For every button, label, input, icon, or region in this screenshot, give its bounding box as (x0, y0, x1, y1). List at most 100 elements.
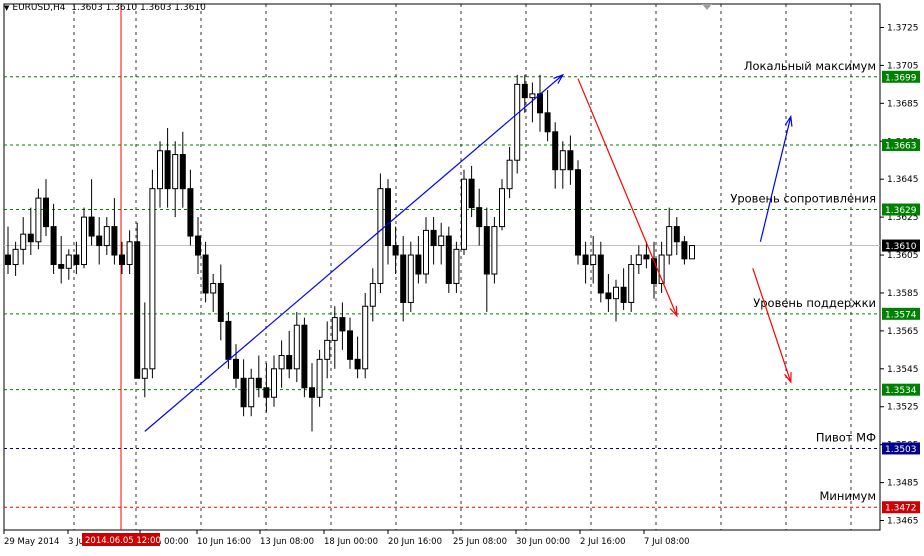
candle-body (385, 188, 391, 247)
up-trend-arrow (144, 74, 564, 432)
candle-body (240, 377, 247, 408)
candle-body (567, 150, 574, 171)
candle-body (476, 207, 483, 228)
price-chart[interactable]: 1.37251.37051.36851.36651.36451.36251.36… (0, 0, 924, 552)
candle-body (141, 368, 148, 379)
symbol-menu-icon[interactable]: ▼ (4, 4, 9, 12)
candle-body (377, 188, 384, 284)
candle-body (438, 235, 445, 247)
candle-body (179, 154, 186, 190)
candle-body (202, 254, 209, 294)
price-tag-label: 1.3574 (885, 310, 917, 320)
candle-body (362, 305, 369, 370)
candle-body (590, 254, 597, 266)
candle-body (233, 358, 239, 379)
candle-body (316, 358, 323, 398)
x-tick-label: 30 Jun 00:00 (516, 537, 570, 547)
candle-body (210, 282, 217, 294)
candle-body (620, 286, 627, 303)
cursor-time-label: 2014.06.05 12:00 (85, 536, 161, 546)
candle-body (81, 216, 87, 266)
chart-area[interactable]: ▼ EURUSD,H4 1.3603 1.3610 1.3603 1.3610 1… (0, 0, 924, 552)
price-tag-label: 1.3663 (885, 142, 917, 152)
candle-body (575, 169, 581, 256)
candle-body (666, 226, 673, 256)
candle-body (255, 377, 262, 389)
x-tick-label: 18 Jun 00:00 (324, 537, 378, 547)
candle-body (195, 235, 201, 256)
candle-body (430, 229, 437, 247)
candle-body (103, 226, 110, 247)
candle-body (407, 254, 414, 303)
price-tag-label: 1.3472 (885, 504, 917, 514)
candle-body (597, 254, 604, 294)
candle-body (164, 150, 171, 190)
level-label: Уровень сопротивления (730, 192, 876, 206)
candle-body (339, 317, 346, 332)
candle-body (96, 235, 103, 247)
y-tick-label: 1.3565 (887, 327, 919, 337)
y-tick-label: 1.3585 (887, 289, 919, 299)
x-tick-label: 20 Jun 16:00 (388, 537, 442, 547)
candle-body (331, 317, 338, 341)
x-tick-label: 25 Jun 08:00 (453, 537, 507, 547)
forecast-down-arrow (752, 268, 792, 383)
candle-body (20, 233, 27, 250)
candle-body (483, 226, 490, 275)
candle-body (263, 387, 270, 398)
price-tag-label: 1.3629 (885, 206, 917, 216)
candle-body (635, 254, 642, 266)
candle-body (506, 159, 513, 190)
x-tick-label: 13 Jun 08:00 (260, 537, 314, 547)
y-tick-label: 1.3525 (887, 403, 919, 413)
candle-body (27, 233, 34, 243)
candle-body (217, 282, 224, 322)
y-tick-label: 1.3605 (887, 251, 919, 261)
y-tick-label: 1.3545 (887, 365, 919, 375)
candle-body (12, 248, 19, 266)
candle-body (293, 324, 300, 370)
candle-body (453, 248, 460, 284)
candle-body (521, 83, 528, 99)
candle-body (187, 188, 194, 237)
candle-body (271, 368, 277, 398)
ohlc-values: 1.3603 1.3610 1.3603 1.3610 (71, 3, 206, 13)
y-tick-label: 1.3705 (887, 61, 919, 71)
level-label: Локальный максимум (744, 59, 876, 73)
candle-body (415, 254, 422, 275)
y-tick-label: 1.3465 (887, 517, 919, 527)
candle-body (5, 254, 11, 266)
candle-body (111, 226, 118, 256)
candle-body (73, 254, 80, 266)
candle-body (301, 324, 308, 389)
x-tick-label: 7 Jul 08:00 (644, 537, 690, 547)
candle-body (400, 254, 407, 303)
chart-header: ▼ EURUSD,H4 1.3603 1.3610 1.3603 1.3610 (4, 3, 206, 13)
x-tick-label: 2 Jul 16:00 (580, 537, 626, 547)
candle-body (225, 320, 232, 360)
candle-body (529, 93, 536, 99)
candle-body (544, 112, 551, 133)
chart-shift-marker[interactable] (702, 4, 712, 10)
candle-body (50, 226, 57, 266)
candle-body (514, 83, 521, 161)
candle-body (347, 330, 353, 360)
candle-body (499, 188, 505, 228)
candle-body (309, 387, 315, 398)
candle-body (628, 264, 635, 303)
candle-body (643, 254, 650, 260)
candle-body (673, 226, 680, 243)
candle-body (613, 286, 619, 300)
candle-body (582, 254, 589, 266)
level-label: Пивот МФ (816, 430, 876, 444)
candle-body (445, 235, 452, 284)
candle-body (88, 216, 95, 237)
candle-body (461, 178, 467, 250)
candle-body (35, 197, 42, 243)
candle-body (248, 377, 255, 408)
candle-body (172, 154, 179, 190)
y-tick-label: 1.3725 (887, 23, 919, 33)
candle-body (43, 197, 49, 228)
candle-body (157, 150, 163, 190)
candle-body (286, 355, 293, 370)
